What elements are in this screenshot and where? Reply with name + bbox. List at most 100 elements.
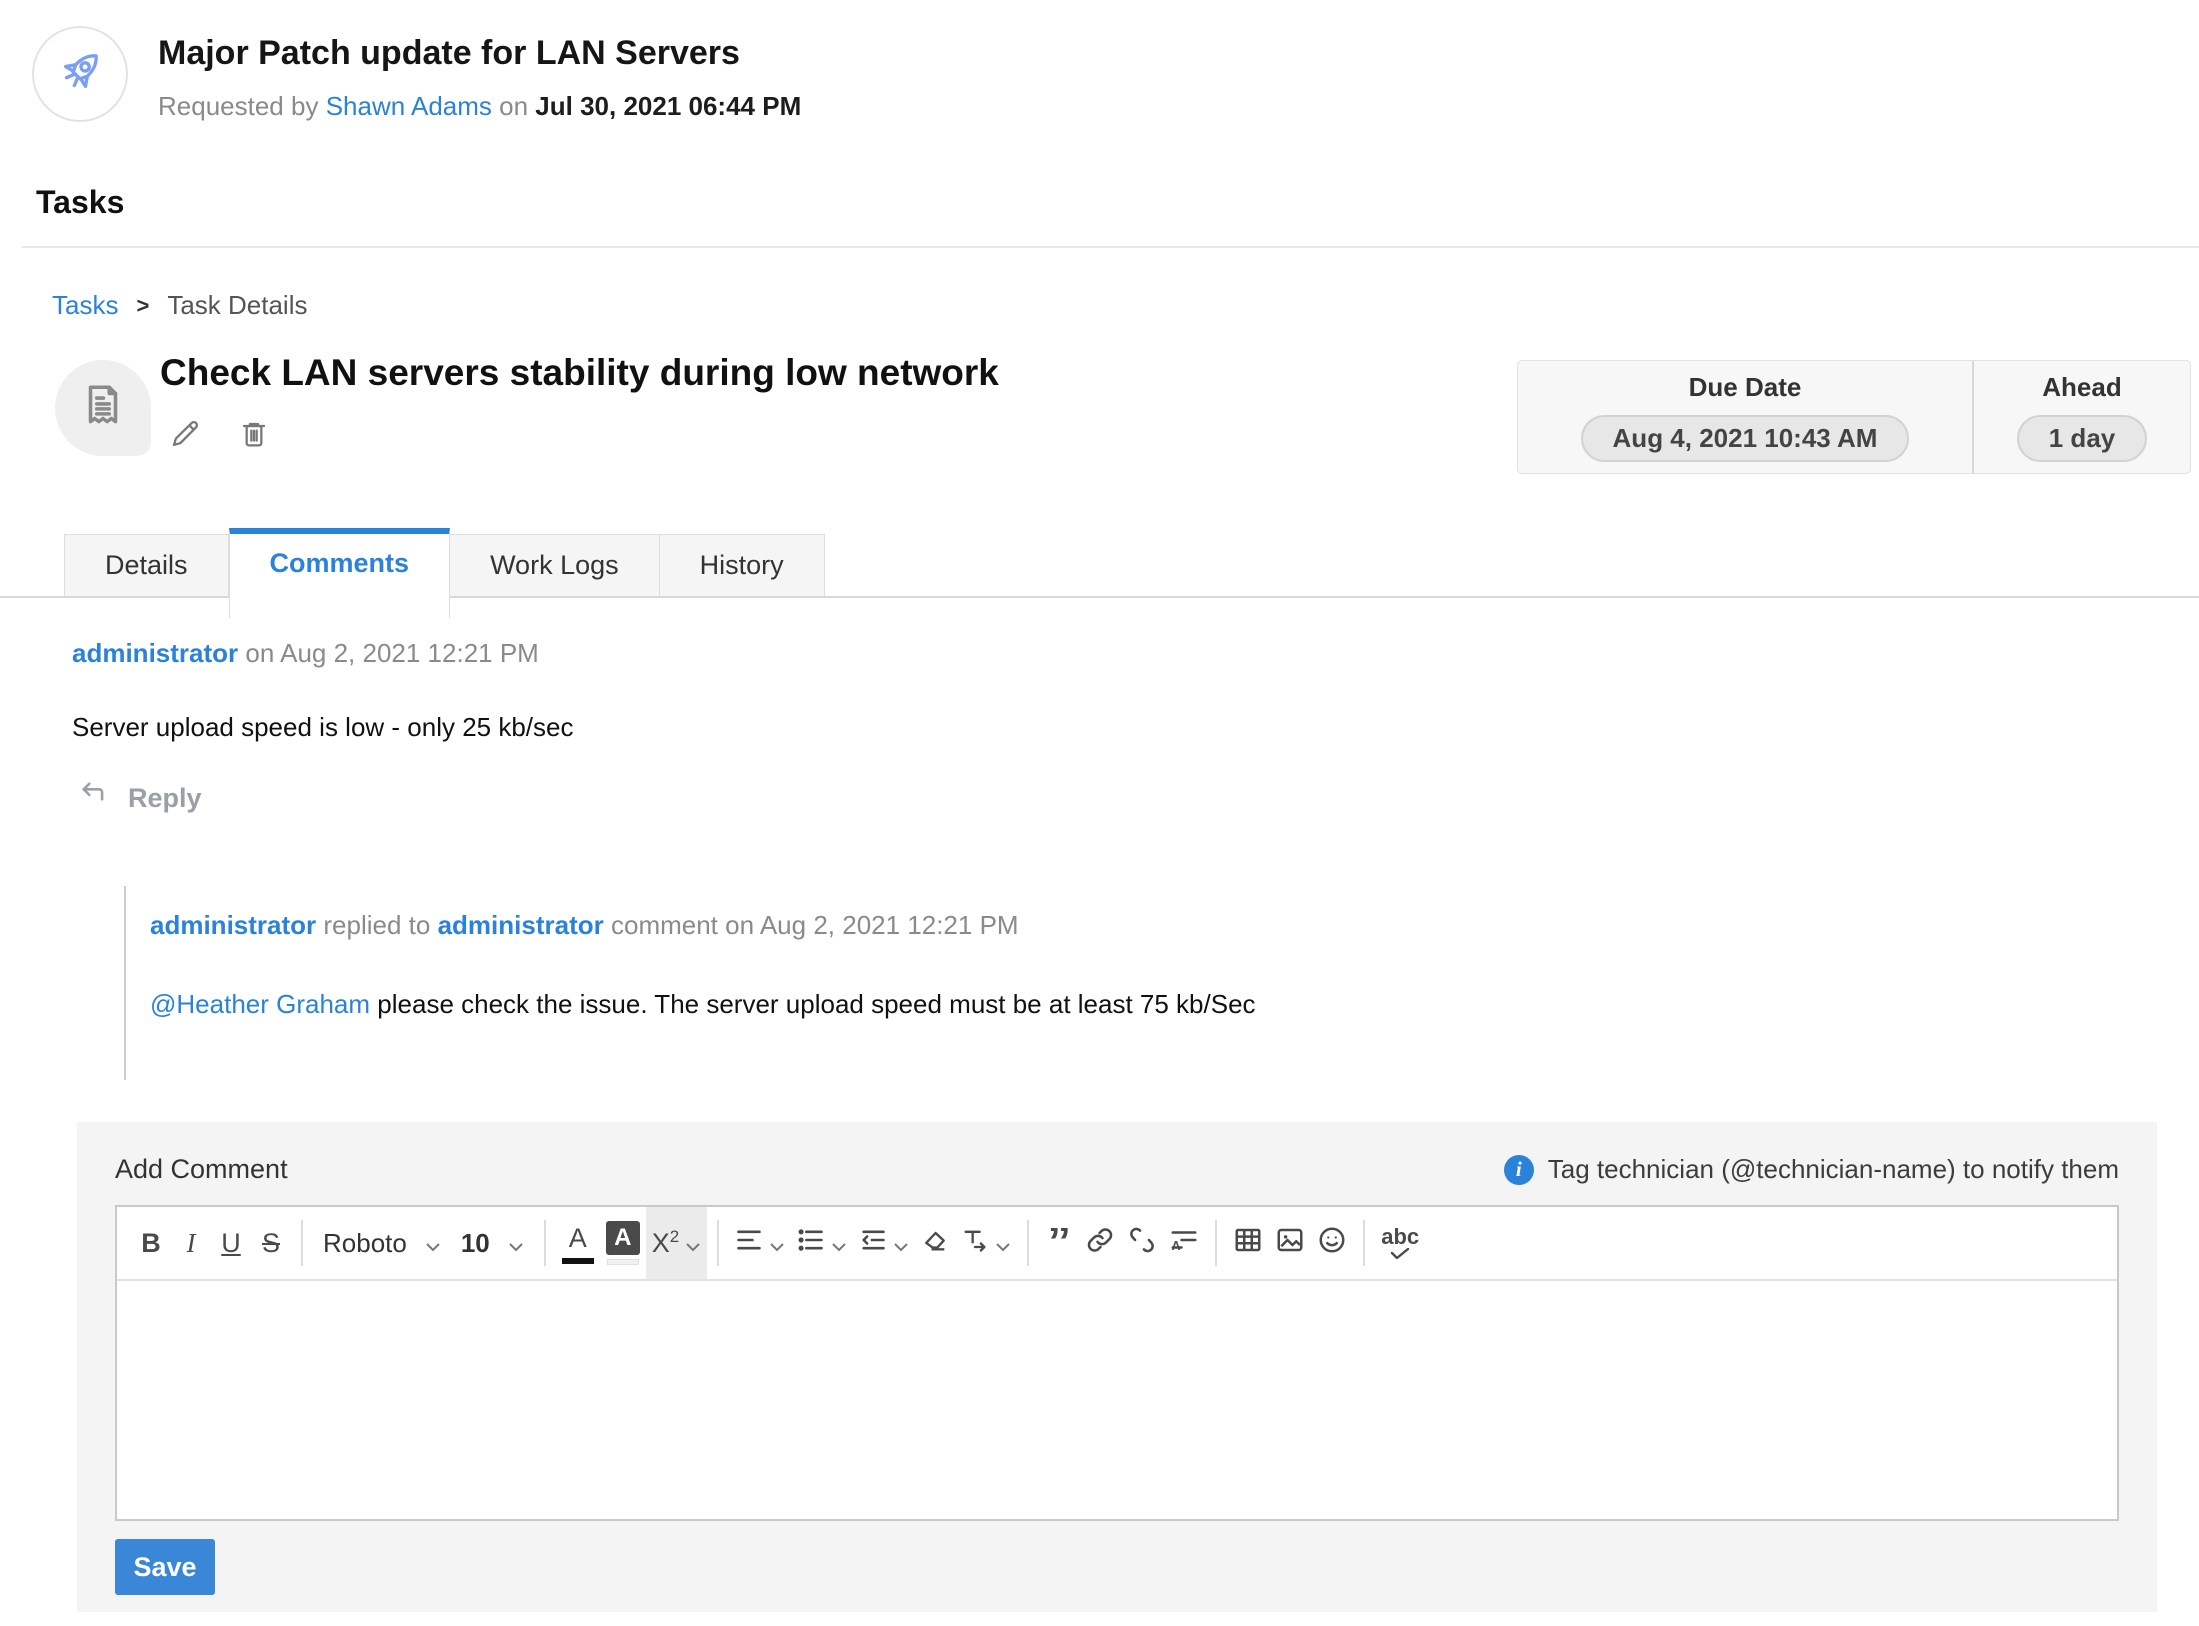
ahead-label: Ahead [2042, 372, 2121, 403]
save-button[interactable]: Save [115, 1539, 215, 1595]
task-document-icon [78, 381, 128, 436]
due-date-value: Aug 4, 2021 10:43 AM [1581, 415, 1910, 462]
tab-comments[interactable]: Comments [229, 528, 451, 618]
reply-thread: administrator replied to administrator c… [124, 886, 1924, 1080]
toolbar-divider [301, 1220, 303, 1266]
bullet-list-icon [797, 1226, 825, 1261]
reply-target-author-link[interactable]: administrator [438, 910, 604, 940]
mention-link[interactable]: @Heather Graham [150, 989, 370, 1019]
underline-button[interactable]: U [211, 1213, 251, 1273]
tab-details[interactable]: Details [64, 534, 229, 596]
superscript-button[interactable]: X2 [646, 1207, 707, 1279]
chevron-down-icon [508, 1228, 524, 1259]
trash-icon [238, 418, 270, 453]
request-meta: Requested by Shawn Adams on Jul 30, 2021… [158, 91, 801, 122]
section-divider [22, 246, 2199, 248]
ahead-value: 1 day [2017, 415, 2148, 462]
clear-format-button[interactable] [915, 1213, 955, 1273]
indent-button[interactable] [853, 1213, 915, 1273]
image-icon [1275, 1225, 1305, 1262]
toolbar-divider [717, 1220, 719, 1266]
pencil-icon [170, 418, 202, 453]
task-title: Check LAN servers stability during low n… [160, 352, 999, 394]
reply-author-link[interactable]: administrator [150, 910, 316, 940]
due-panel: Due Date Aug 4, 2021 10:43 AM Ahead 1 da… [1517, 360, 2191, 474]
comment-body: Server upload speed is low - only 25 kb/… [72, 712, 574, 743]
svg-text:A: A [1172, 1239, 1181, 1253]
due-date-column: Due Date Aug 4, 2021 10:43 AM [1518, 361, 1974, 473]
comment-textarea[interactable] [117, 1281, 2117, 1519]
replied-to-label: replied to [323, 910, 430, 940]
rocket-icon [51, 43, 109, 106]
insert-table-button[interactable] [1227, 1213, 1269, 1273]
background-color-icon: A [606, 1221, 640, 1265]
tag-technician-hint: i Tag technician (@technician-name) to n… [1504, 1154, 2119, 1185]
info-icon: i [1504, 1155, 1534, 1185]
emoji-icon [1317, 1225, 1347, 1262]
reply-button[interactable]: Reply [78, 778, 202, 819]
link-button[interactable] [1079, 1213, 1121, 1273]
request-title: Major Patch update for LAN Servers [158, 34, 801, 73]
toolbar-divider [1027, 1220, 1029, 1266]
unlink-icon [1127, 1225, 1157, 1262]
breadcrumb-separator: > [136, 293, 149, 319]
chevron-down-icon [685, 1228, 701, 1259]
ahead-column: Ahead 1 day [1974, 361, 2190, 473]
toolbar-divider [544, 1220, 546, 1266]
line-height-icon: A [1169, 1225, 1199, 1262]
comment-author-link[interactable]: administrator [72, 638, 238, 668]
font-size-select[interactable]: 10 [451, 1213, 534, 1273]
tab-work-logs[interactable]: Work Logs [450, 534, 660, 596]
table-icon [1233, 1225, 1263, 1262]
task-tabs: Details Comments Work Logs History [0, 528, 2199, 598]
reply-arrow-icon [78, 778, 112, 819]
requester-link[interactable]: Shawn Adams [326, 91, 492, 121]
bold-button[interactable]: B [131, 1213, 171, 1273]
insert-image-button[interactable] [1269, 1213, 1311, 1273]
comment-editor: B I U S Roboto 10 A A [115, 1205, 2119, 1521]
unlink-button[interactable] [1121, 1213, 1163, 1273]
font-family-value: Roboto [323, 1228, 407, 1259]
spellcheck-button[interactable]: abc [1375, 1213, 1425, 1273]
font-family-select[interactable]: Roboto [313, 1213, 451, 1273]
tag-hint-text: Tag technician (@technician-name) to not… [1548, 1154, 2119, 1185]
chevron-down-icon [425, 1228, 441, 1259]
spellcheck-icon: abc [1381, 1226, 1419, 1260]
chevron-down-icon [769, 1228, 785, 1259]
tab-history[interactable]: History [660, 534, 825, 596]
outdent-icon [859, 1226, 887, 1261]
toolbar-divider [1215, 1220, 1217, 1266]
line-height-button[interactable]: A [1163, 1213, 1205, 1273]
strikethrough-button[interactable]: S [251, 1213, 291, 1273]
breadcrumb-tasks-link[interactable]: Tasks [52, 290, 118, 321]
text-arrow-icon [961, 1226, 989, 1261]
blockquote-button[interactable]: ” [1039, 1213, 1079, 1273]
tasks-section-title: Tasks [36, 184, 124, 221]
task-actions [170, 418, 270, 453]
toolbar-divider [1363, 1220, 1365, 1266]
chevron-down-icon [995, 1228, 1011, 1259]
text-color-button[interactable]: A [556, 1213, 600, 1273]
eraser-icon [921, 1226, 949, 1261]
italic-button[interactable]: I [171, 1213, 211, 1273]
requested-at: Jul 30, 2021 06:44 PM [535, 91, 801, 121]
edit-task-button[interactable] [170, 418, 202, 453]
request-avatar [32, 26, 128, 122]
emoji-button[interactable] [1311, 1213, 1353, 1273]
breadcrumb-current: Task Details [167, 290, 307, 321]
task-avatar [55, 360, 151, 456]
reply-meta: comment on Aug 2, 2021 12:21 PM [611, 910, 1019, 940]
comment-meta: on Aug 2, 2021 12:21 PM [245, 638, 538, 668]
comment-header: administrator on Aug 2, 2021 12:21 PM [72, 638, 539, 669]
reply-body-text: please check the issue. The server uploa… [377, 989, 1255, 1019]
requested-by-label: Requested by [158, 91, 318, 121]
reply-label: Reply [128, 783, 202, 814]
delete-task-button[interactable] [238, 418, 270, 453]
on-label: on [499, 91, 528, 121]
list-button[interactable] [791, 1213, 853, 1273]
due-date-label: Due Date [1689, 372, 1802, 403]
background-color-button[interactable]: A [600, 1213, 646, 1273]
align-button[interactable] [729, 1213, 791, 1273]
chevron-down-icon [893, 1228, 909, 1259]
text-direction-button[interactable] [955, 1213, 1017, 1273]
